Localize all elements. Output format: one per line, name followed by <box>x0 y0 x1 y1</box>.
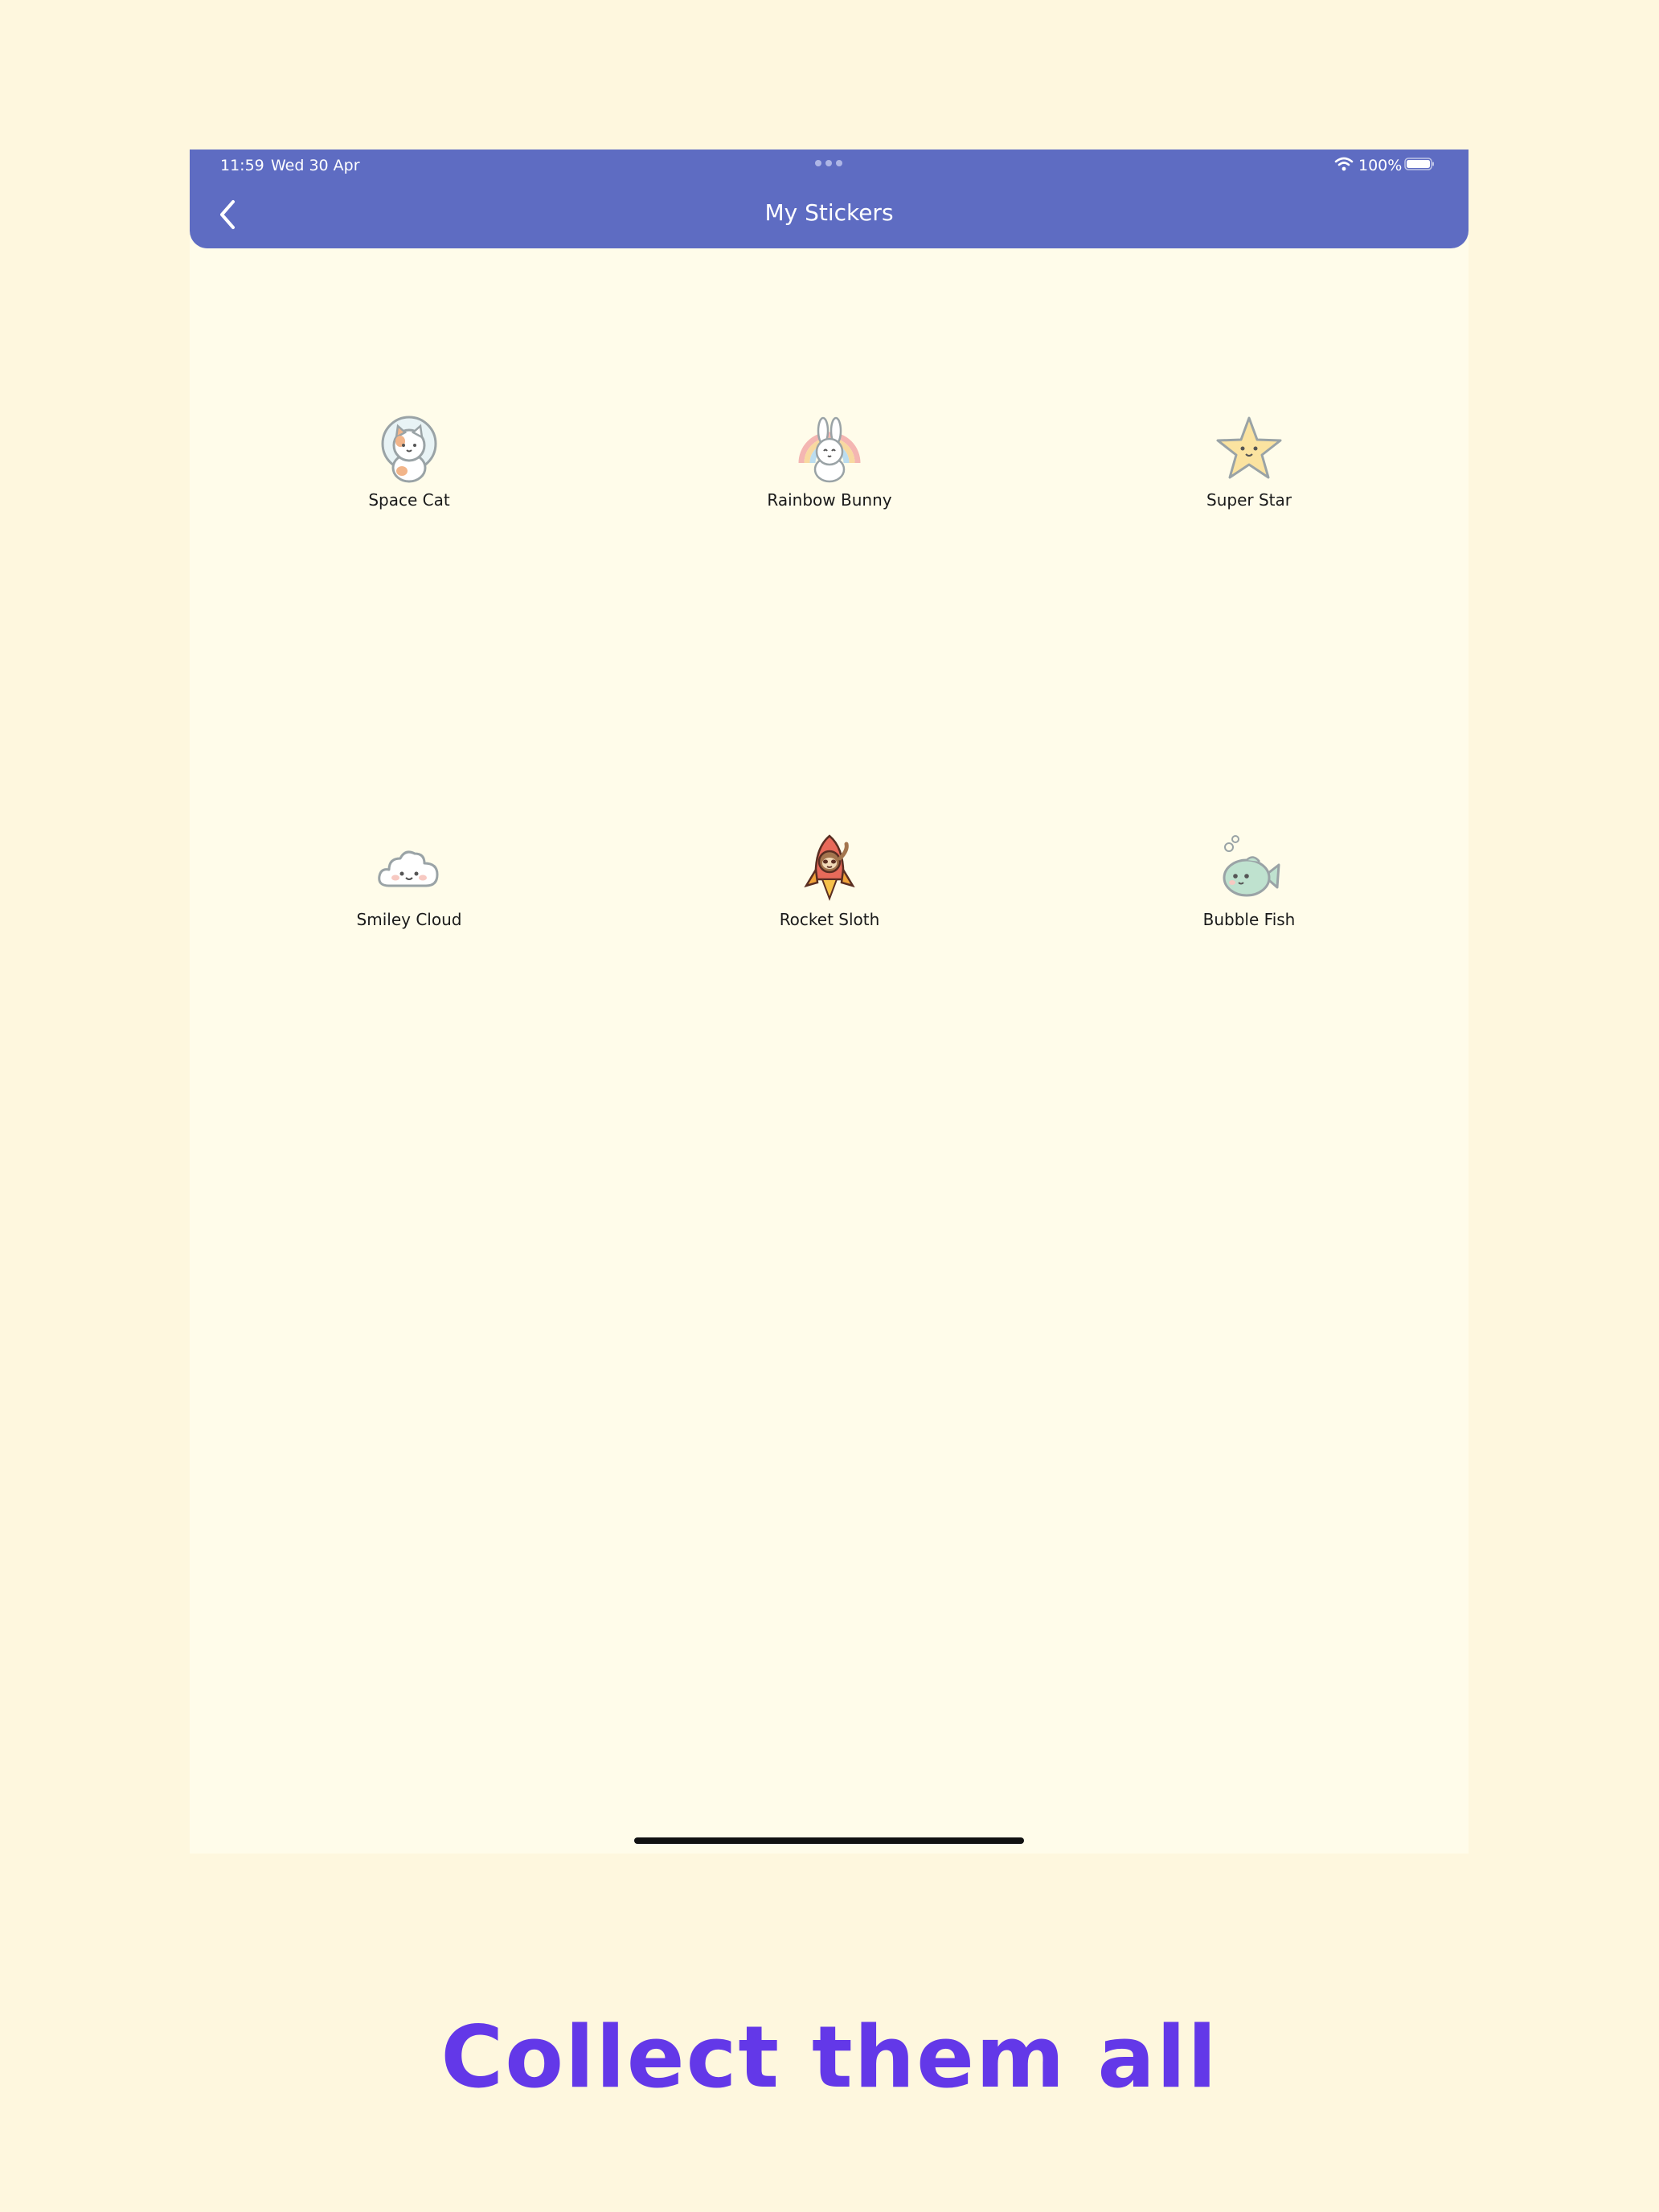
sticker-rocket-sloth[interactable]: Rocket Sloth <box>669 834 990 955</box>
rainbow-bunny-icon <box>798 416 861 483</box>
bubble-fish-icon <box>1223 835 1280 897</box>
sticker-label: Rocket Sloth <box>779 910 880 929</box>
sticker-super-star[interactable]: Super Star <box>1088 415 1410 535</box>
status-time: 11:59 <box>220 157 264 174</box>
sticker-label: Super Star <box>1206 490 1292 510</box>
sticker-label: Smiley Cloud <box>356 910 462 929</box>
battery-icon <box>1404 158 1434 170</box>
sticker-bubble-fish[interactable]: Bubble Fish <box>1088 834 1410 955</box>
sticker-smiley-cloud[interactable]: Smiley Cloud <box>248 834 570 955</box>
super-star-icon <box>1216 416 1282 479</box>
wifi-icon <box>1334 157 1354 171</box>
sticker-label: Bubble Fish <box>1202 910 1296 929</box>
space-cat-icon <box>381 416 437 483</box>
ipad-screen: 11:59 Wed 30 Apr 100% My Stickers Space … <box>190 150 1469 1854</box>
sticker-rainbow-bunny[interactable]: Rainbow Bunny <box>669 415 990 535</box>
status-date: Wed 30 Apr <box>271 157 360 174</box>
sticker-label: Space Cat <box>368 490 450 510</box>
multitasking-dots-icon[interactable] <box>815 160 842 168</box>
promo-tagline: Collect them all <box>440 2008 1219 2107</box>
rocket-sloth-icon <box>804 834 855 901</box>
smiley-cloud-icon <box>378 850 439 887</box>
navigation-bar: 11:59 Wed 30 Apr 100% My Stickers <box>190 150 1469 248</box>
sticker-label: Rainbow Bunny <box>767 490 892 510</box>
battery-percentage: 100% <box>1358 157 1403 174</box>
sticker-space-cat[interactable]: Space Cat <box>248 415 570 535</box>
home-indicator[interactable] <box>634 1837 1024 1844</box>
page-title: My Stickers <box>764 199 894 226</box>
